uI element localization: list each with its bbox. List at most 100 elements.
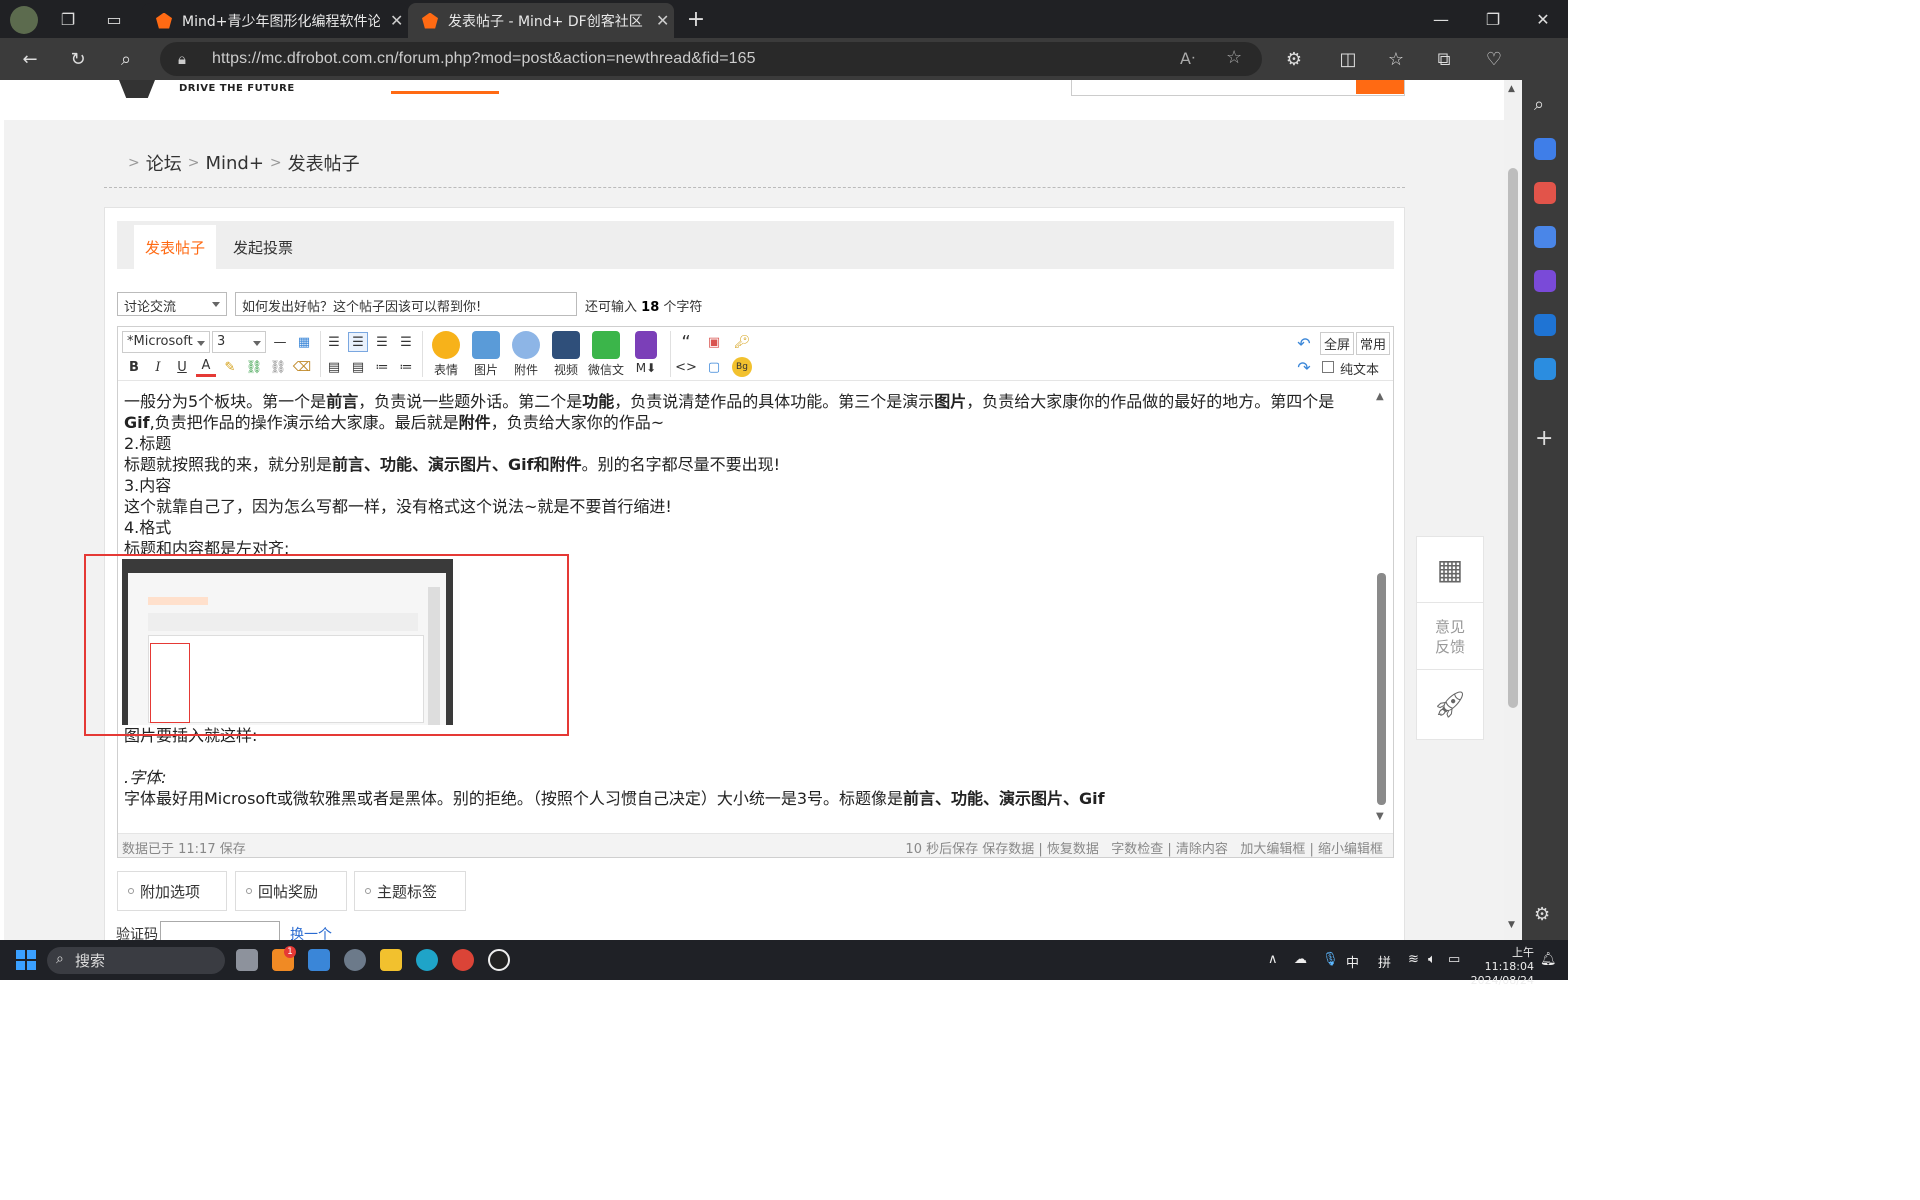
task-view-icon[interactable]	[236, 949, 258, 971]
volume-icon[interactable]: 🔈︎	[1428, 952, 1436, 967]
split-screen-icon[interactable]: ◫	[1334, 47, 1362, 71]
extra-options-button[interactable]: 附加选项	[117, 871, 227, 911]
ordered-list-icon[interactable]: ≔	[372, 357, 392, 377]
browser-tab-2[interactable]: 发表帖子 - Mind+ DF创客社区 - S ✕	[408, 3, 674, 38]
close-tab-icon[interactable]: ✕	[656, 11, 669, 30]
markdown-button[interactable]: M⬇	[626, 331, 666, 375]
address-bar[interactable]: 🔒︎ https://mc.dfrobot.com.cn/forum.php?m…	[160, 42, 1262, 76]
float-left-icon[interactable]: ▤	[324, 357, 344, 377]
settings-icon[interactable]: ⚙	[1534, 904, 1550, 925]
scroll-up-icon[interactable]: ▲	[1508, 84, 1515, 94]
extensions-icon[interactable]: ⚙	[1280, 47, 1308, 71]
minimize-icon[interactable]: —	[1418, 0, 1464, 38]
shopping-icon[interactable]	[1534, 138, 1556, 160]
site-search-input[interactable]	[1071, 80, 1405, 96]
save-restore-links[interactable]: 10 秒后保存 保存数据 | 恢复数据	[905, 838, 1098, 857]
add-sidebar-icon[interactable]: +	[1535, 426, 1553, 451]
start-icon[interactable]	[16, 950, 36, 970]
lock-icon[interactable]: 🔒︎	[178, 50, 186, 68]
outlook-icon[interactable]	[1534, 314, 1556, 336]
search-icon[interactable]: ⌕	[112, 47, 140, 71]
title-input[interactable]: 如何发出好帖？这个帖子因该可以帮到你!	[235, 292, 577, 316]
qr-code-button[interactable]: ▦	[1417, 537, 1483, 603]
tab-new-post[interactable]: 发表帖子	[134, 225, 216, 269]
bold-icon[interactable]: B	[124, 357, 144, 377]
editor-scroll-thumb[interactable]	[1377, 573, 1386, 805]
attachment-button[interactable]: 附件	[506, 331, 546, 378]
favorites-icon[interactable]: ☆	[1382, 47, 1410, 71]
scroll-down-icon[interactable]: ▼	[1508, 920, 1515, 930]
align-right-icon[interactable]: ☰	[372, 332, 392, 352]
video-button[interactable]: 视频	[546, 331, 586, 378]
send-icon[interactable]	[1534, 358, 1556, 380]
site-search-button[interactable]	[1356, 80, 1404, 94]
scroll-down-icon[interactable]: ▼	[1376, 811, 1384, 822]
fullscreen-button[interactable]: 全屏	[1320, 332, 1355, 355]
ime-pinyin[interactable]: 拼	[1378, 952, 1391, 971]
store-icon[interactable]	[308, 949, 330, 971]
read-aloud-icon[interactable]: Aᐧ	[1180, 49, 1195, 68]
unlink-icon[interactable]: ⛓	[268, 357, 288, 377]
page-icon[interactable]: ▢	[704, 357, 724, 377]
quote-icon[interactable]: “	[676, 332, 696, 353]
code-icon[interactable]: <>	[675, 357, 697, 377]
feedback-button[interactable]: 意见 反馈	[1417, 604, 1483, 670]
align-left-icon[interactable]: ☰	[324, 332, 344, 352]
horizontal-rule-icon[interactable]: —	[270, 332, 290, 352]
captcha-refresh-link[interactable]: 换一个	[290, 924, 332, 940]
plain-text-checkbox[interactable]	[1322, 361, 1334, 373]
tab-new-poll[interactable]: 发起投票	[233, 225, 293, 269]
category-select[interactable]: 讨论交流	[117, 292, 227, 316]
breadcrumb-current[interactable]: 发表帖子	[288, 150, 360, 176]
collections-icon[interactable]: ⧉	[1430, 47, 1458, 71]
sidebar-search-icon[interactable]: ⌕	[1534, 94, 1544, 115]
topic-tags-button[interactable]: 主题标签	[354, 871, 466, 911]
unordered-list-icon[interactable]: ≔	[396, 357, 416, 377]
italic-icon[interactable]: I	[148, 357, 168, 377]
ime-mode[interactable]: 中	[1346, 952, 1359, 971]
undo-icon[interactable]: ↶	[1294, 333, 1314, 353]
emoji-button[interactable]: 表情	[426, 331, 466, 378]
tab-actions-icon[interactable]: ▭	[102, 7, 126, 31]
chevron-up-icon[interactable]: ∧	[1268, 952, 1278, 967]
font-family-select[interactable]: *Microsoft	[122, 331, 210, 353]
clock[interactable]: 上午 11:18:04 2024/08/24	[1470, 946, 1534, 988]
microphone-icon[interactable]: 🎙︎	[1322, 952, 1339, 967]
tools-icon[interactable]	[1534, 182, 1556, 204]
workspaces-icon[interactable]: ❐	[56, 7, 80, 31]
onedrive-icon[interactable]: ☁	[1294, 952, 1307, 967]
resize-editor-links[interactable]: 加大编辑框 | 缩小编辑框	[1240, 838, 1383, 857]
image-button[interactable]: 图片	[466, 331, 506, 378]
table-icon[interactable]: ▦	[294, 332, 314, 352]
settings-app-icon[interactable]	[344, 949, 366, 971]
back-icon[interactable]: ←	[16, 47, 44, 71]
profile-avatar[interactable]	[10, 6, 38, 34]
breadcrumb-mindplus[interactable]: Mind+	[205, 153, 263, 174]
battery-icon[interactable]: ▭	[1448, 952, 1460, 967]
scroll-up-icon[interactable]: ▲	[1376, 391, 1384, 402]
font-size-select[interactable]: 3	[212, 331, 266, 353]
redo-icon[interactable]: ↷	[1294, 357, 1314, 377]
browser-tab-1[interactable]: Mind+青少年图形化编程软件论坛 ✕	[142, 3, 408, 38]
justify-icon[interactable]: ☰	[396, 332, 416, 352]
clear-format-icon[interactable]: ⌫	[292, 357, 312, 377]
font-color-icon[interactable]: A	[196, 357, 216, 377]
breadcrumb-forum[interactable]: 论坛	[146, 150, 182, 176]
taskbar-search[interactable]: ⌕ 搜索	[47, 947, 225, 974]
games-icon[interactable]	[1534, 226, 1556, 248]
wifi-icon[interactable]: ≋	[1408, 952, 1419, 967]
favorite-star-icon[interactable]: ☆	[1226, 47, 1242, 68]
url-text[interactable]: https://mc.dfrobot.com.cn/forum.php?mod=…	[212, 50, 756, 68]
password-icon[interactable]: 🔑︎	[732, 332, 752, 352]
browser-essentials-icon[interactable]: ♡	[1480, 47, 1508, 71]
file-explorer-icon[interactable]	[380, 949, 402, 971]
close-window-icon[interactable]: ✕	[1520, 0, 1566, 38]
highlight-icon[interactable]: ✎	[220, 357, 240, 377]
reload-icon[interactable]: ↻	[64, 47, 92, 71]
wordcount-clear-links[interactable]: 字数检查 | 清除内容	[1111, 838, 1228, 857]
wechat-button[interactable]: 微信文	[586, 331, 626, 378]
captcha-input[interactable]	[160, 921, 280, 940]
background-icon[interactable]: Bg	[732, 357, 752, 377]
notification-bell-icon[interactable]: 🔔︎	[1540, 952, 1557, 967]
chrome-icon[interactable]	[452, 949, 474, 971]
